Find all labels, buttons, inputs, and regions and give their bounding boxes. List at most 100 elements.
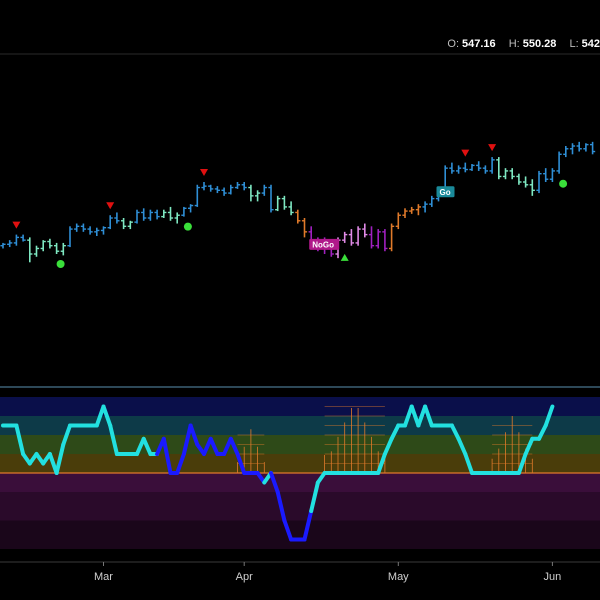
ohlc-bar (556, 151, 562, 174)
ohlc-bar (100, 226, 107, 235)
ohlc-bar (536, 170, 542, 194)
ohlc-bar (248, 184, 254, 202)
ohlc-bar (362, 223, 368, 238)
ohlc-bar (288, 201, 294, 216)
oscillator-band (0, 520, 600, 549)
ohlc-bar (502, 168, 509, 180)
ohlc-bar (389, 223, 395, 252)
ohlc-bar (147, 209, 153, 221)
price-and-oscillator-chart: NoGo Go Mar Apr May Jun (0, 53, 600, 583)
x-tick-label: Apr (236, 571, 253, 583)
ohlc-bar (107, 215, 113, 230)
x-tick-label: Mar (94, 571, 113, 583)
ohlc-bar (583, 143, 589, 152)
x-tick-label: Jun (544, 571, 562, 583)
ohlc-bar (161, 209, 167, 218)
ohlc-bar (509, 168, 515, 180)
counter-trend-down-triangle (200, 169, 208, 176)
ohlc-bar (0, 242, 6, 249)
ohlc-bar (516, 173, 522, 185)
ohlc-bar (529, 179, 535, 196)
ohlc-bar (114, 212, 120, 224)
signal-label-go: Go (436, 186, 455, 198)
oscillator-band (0, 492, 600, 521)
price-panel: NoGo Go (0, 141, 596, 268)
ohlc-bar (174, 212, 180, 224)
go-continuation-dot (56, 260, 65, 268)
ohlc-bar (295, 209, 301, 224)
ohlc-bar (496, 157, 502, 180)
ohlc-bar (476, 161, 482, 171)
ohlc-bar (590, 141, 596, 155)
oscillator-header-strip (0, 388, 600, 397)
go-continuation-dot (559, 179, 568, 188)
ohlc-bar (54, 242, 60, 254)
x-tick-label: May (388, 571, 409, 583)
ohlc-bar (228, 184, 234, 195)
ohlc-bar (13, 234, 19, 246)
ohlc-bar (489, 157, 495, 174)
ohlc-bar (94, 227, 100, 236)
ohlc-bar (382, 229, 388, 252)
ohlc-bar (7, 240, 13, 248)
ohlc-bar (208, 184, 214, 192)
ohlc-bar (181, 206, 187, 217)
ohlc-bar (87, 226, 93, 235)
ohlc-bar (342, 231, 348, 243)
counter-trend-down-triangle (461, 149, 470, 157)
ohlc-bar (134, 209, 140, 224)
ohlc-bar (20, 234, 26, 242)
ohlc-bar (402, 208, 408, 218)
counter-trend-down-triangle (488, 144, 497, 152)
signal-label-nogo: NoGo (309, 238, 340, 250)
ohlc-bar (60, 242, 66, 256)
ohlc-bar (80, 223, 86, 232)
ohlc-bar (188, 204, 194, 213)
signal-label-text: Go (440, 188, 451, 197)
ohlc-bar (449, 162, 455, 174)
signal-label-text: NoGo (312, 240, 334, 249)
ohlc-bar (549, 168, 555, 182)
ohlc-bar (268, 184, 274, 213)
ohlc-bar (167, 206, 174, 221)
ohlc-bar (214, 186, 220, 194)
ohlc-bar (141, 208, 147, 221)
ohlc-bar (569, 143, 576, 155)
ohlc-bar (576, 141, 582, 152)
ohlc-bar (301, 218, 308, 238)
ohlc-bar (462, 162, 468, 173)
ohlc-bar (368, 226, 375, 249)
counter-trend-up-triangle (340, 253, 349, 261)
ohlc-bar (154, 209, 160, 220)
ohlc-bar (523, 176, 529, 188)
ohlc-bar (201, 182, 207, 191)
oscillator-band (0, 473, 600, 492)
ohlc-bar (67, 226, 73, 248)
ohlc-bar (409, 206, 415, 214)
oscillator-band (0, 397, 600, 416)
ohlc-bar (121, 218, 127, 230)
ohlc-bar (47, 238, 53, 249)
ohlc-bar (543, 168, 549, 182)
ohlc-bar (375, 229, 381, 249)
ohlc-bar (281, 195, 287, 210)
ohlc-bar (355, 226, 361, 246)
ohlc-bar (348, 229, 354, 246)
x-axis: Mar Apr May Jun (0, 561, 600, 583)
ohlc-bar (40, 240, 46, 252)
ohlc-bar (415, 204, 421, 216)
ohlc-bar (33, 245, 40, 257)
ohlc-bar (261, 184, 267, 196)
go-continuation-dot (183, 222, 192, 231)
ohlc-bar (255, 190, 261, 202)
ohlc-bar (241, 182, 247, 191)
ohlc-bar (469, 164, 475, 171)
counter-trend-down-triangle (106, 202, 115, 210)
ohlc-bar (221, 187, 227, 196)
ohlc-bar (275, 195, 281, 212)
ohlc-bar (482, 165, 488, 174)
ohlc-bar (563, 146, 569, 158)
oscillator-panel (0, 386, 600, 549)
ohlc-bar (422, 201, 428, 213)
ohlc-bar (456, 165, 462, 174)
